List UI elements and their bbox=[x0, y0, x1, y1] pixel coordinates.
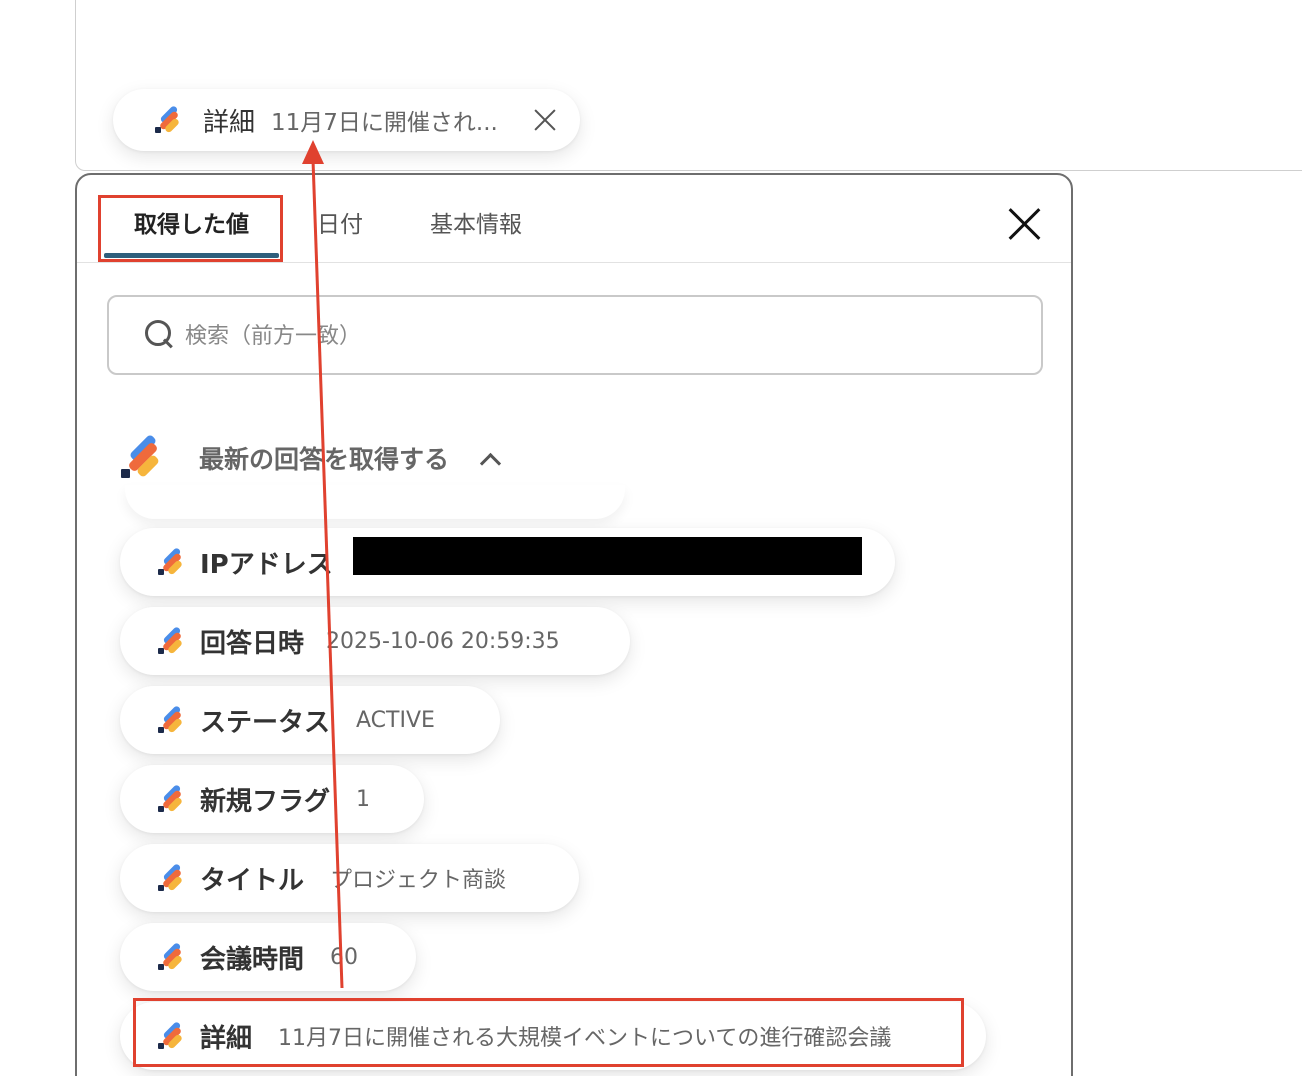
app-logo-icon bbox=[153, 104, 181, 134]
section-title: 最新の回答を取得する bbox=[199, 445, 450, 474]
active-tab-indicator bbox=[104, 253, 279, 258]
search-box[interactable] bbox=[107, 295, 1043, 375]
list-item-status[interactable]: ステータス ACTIVE bbox=[120, 686, 500, 754]
item-label: タイトル bbox=[200, 865, 305, 896]
app-logo-icon bbox=[156, 546, 184, 576]
close-panel-icon[interactable] bbox=[1007, 207, 1041, 241]
list-item-title[interactable]: タイトル プロジェクト商談 bbox=[120, 844, 579, 912]
app-logo-icon bbox=[156, 783, 184, 813]
item-label: 新規フラグ bbox=[200, 786, 331, 817]
list-item-answer-datetime[interactable]: 回答日時 2025-10-06 20:59:35 bbox=[120, 607, 630, 675]
section-header[interactable]: 最新の回答を取得する bbox=[119, 433, 497, 483]
app-logo-icon bbox=[156, 862, 184, 892]
item-label: IPアドレス bbox=[200, 549, 333, 580]
app-logo-icon bbox=[119, 433, 163, 480]
tab-retrieved-values[interactable]: 取得した値 bbox=[134, 205, 249, 239]
search-input[interactable] bbox=[185, 317, 985, 355]
search-icon bbox=[145, 320, 171, 346]
item-value: 60 bbox=[330, 944, 359, 970]
tab-basic-info[interactable]: 基本情報 bbox=[430, 205, 522, 239]
item-value: 11月7日に開催される大規模イベントについての進行確認会議 bbox=[278, 1026, 892, 1051]
tab-bar: 取得した値 日付 基本情報 bbox=[77, 175, 1071, 263]
item-value: 1 bbox=[356, 786, 371, 812]
app-logo-icon bbox=[156, 941, 184, 971]
list-item-details[interactable]: 詳細 11月7日に開催される大規模イベントについての進行確認会議 bbox=[120, 1002, 986, 1070]
item-label: 回答日時 bbox=[200, 628, 305, 659]
list-item-partial bbox=[125, 485, 625, 519]
app-logo-icon bbox=[156, 704, 184, 734]
item-label: ステータス bbox=[200, 707, 331, 738]
chevron-up-icon[interactable] bbox=[481, 450, 497, 466]
list-item-meeting-duration[interactable]: 会議時間 60 bbox=[120, 923, 416, 991]
item-label: 会議時間 bbox=[200, 944, 305, 975]
chip-value: 11月7日に開催され... bbox=[271, 110, 498, 136]
selected-value-chip[interactable]: 詳細 11月7日に開催され... bbox=[113, 89, 580, 151]
item-value: 2025-10-06 20:59:35 bbox=[326, 628, 560, 654]
remove-chip-close-icon[interactable] bbox=[532, 107, 558, 133]
tab-date[interactable]: 日付 bbox=[317, 205, 363, 239]
item-value: ACTIVE bbox=[356, 707, 435, 733]
redacted-value bbox=[353, 537, 862, 575]
list-item-new-flag[interactable]: 新規フラグ 1 bbox=[120, 765, 424, 833]
app-logo-icon bbox=[156, 625, 184, 655]
item-value: プロジェクト商談 bbox=[330, 868, 507, 893]
app-logo-icon bbox=[156, 1020, 184, 1050]
item-label: 詳細 bbox=[200, 1023, 253, 1054]
chip-label: 詳細 bbox=[203, 107, 256, 138]
